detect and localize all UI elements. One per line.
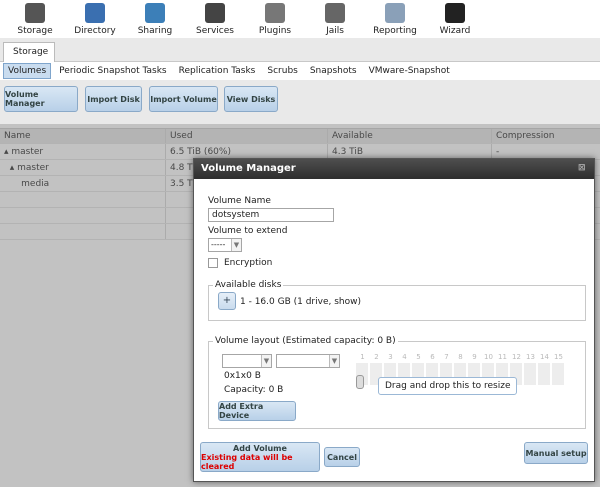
toolbar-item-wizard[interactable]: Wizard — [426, 0, 484, 38]
slot-number: 10 — [484, 353, 493, 361]
chevron-down-icon: ▼ — [261, 355, 271, 367]
add-volume-button[interactable]: Add Volume Existing data will be cleared — [200, 442, 320, 472]
slot-number: 5 — [416, 353, 421, 361]
wizard-icon — [445, 3, 465, 23]
slot-number: 13 — [526, 353, 535, 361]
storage-icon — [25, 3, 45, 23]
toolbar-item-label: Wizard — [439, 26, 471, 36]
cancel-button[interactable]: Cancel — [324, 447, 360, 467]
jails-icon — [325, 3, 345, 23]
subtab-replication-tasks[interactable]: Replication Tasks — [175, 64, 260, 78]
chevron-down-icon: ▼ — [329, 355, 339, 367]
volume-button-row: Volume Manager Import Disk Import Volume… — [0, 80, 600, 124]
slot-number: 2 — [374, 353, 379, 361]
slot-column — [538, 363, 551, 385]
dialog-title-bar: Volume Manager ⊠ — [194, 159, 594, 179]
available-disks-text[interactable]: 1 - 16.0 GB (1 drive, show) — [240, 297, 361, 307]
toolbar-item-label: Sharing — [137, 26, 173, 36]
slot-number: 11 — [498, 353, 507, 361]
import-volume-button[interactable]: Import Volume — [149, 86, 218, 112]
available-disks-legend: Available disks — [215, 280, 282, 290]
subtab-periodic-snapshot-tasks[interactable]: Periodic Snapshot Tasks — [55, 64, 170, 78]
subtab-vmware-snapshot[interactable]: VMware-Snapshot — [365, 64, 454, 78]
toolbar-item-storage[interactable]: Storage — [6, 0, 64, 38]
toolbar-item-directory[interactable]: Directory — [66, 0, 124, 38]
encryption-label: Encryption — [224, 258, 273, 268]
slot-column — [552, 363, 565, 385]
slot-number: 9 — [472, 353, 477, 361]
slot-number: 7 — [444, 353, 449, 361]
volume-manager-button[interactable]: Volume Manager — [4, 86, 78, 112]
toolbar-item-label: Storage — [17, 26, 53, 36]
slot-number: 6 — [430, 353, 435, 361]
resize-tooltip: Drag and drop this to resize — [378, 377, 518, 395]
directory-icon — [85, 3, 105, 23]
view-disks-button[interactable]: View Disks — [224, 86, 278, 112]
close-icon[interactable]: ⊠ — [578, 163, 588, 173]
volume-manager-dialog: Volume Manager ⊠ Volume Name dotsystem V… — [193, 158, 595, 482]
toolbar-item-jails[interactable]: Jails — [306, 0, 364, 38]
layout-type-select[interactable]: ▼ — [222, 354, 272, 368]
slot-number: 8 — [458, 353, 463, 361]
storage-subtabs: Volumes Periodic Snapshot Tasks Replicatio… — [0, 62, 600, 80]
toolbar-item-sharing[interactable]: Sharing — [126, 0, 184, 38]
resize-handle[interactable] — [356, 375, 364, 389]
toolbar-item-services[interactable]: Services — [186, 0, 244, 38]
toolbar-item-label: Services — [196, 26, 234, 36]
volume-name-input[interactable]: dotsystem — [208, 208, 334, 222]
chevron-down-icon: ▼ — [231, 239, 241, 251]
subtab-snapshots[interactable]: Snapshots — [306, 64, 361, 78]
tab-storage[interactable]: Storage — [3, 42, 55, 62]
dialog-title: Volume Manager — [201, 163, 296, 174]
slot-number: 15 — [554, 353, 563, 361]
slot-number: 4 — [402, 353, 407, 361]
volume-extend-label: Volume to extend — [208, 226, 288, 236]
plugins-icon — [265, 3, 285, 23]
subtab-volumes[interactable]: Volumes — [3, 63, 52, 79]
volume-extend-select[interactable]: ----- ▼ — [208, 238, 242, 252]
slot-number: 3 — [388, 353, 393, 361]
subtab-scrubs[interactable]: Scrubs — [263, 64, 301, 78]
add-volume-warning: Existing data will be cleared — [201, 452, 293, 471]
toolbar-item-label: Reporting — [373, 26, 417, 36]
import-disk-button[interactable]: Import Disk — [85, 86, 142, 112]
toolbar-item-label: Plugins — [258, 26, 292, 36]
slot-number: 12 — [512, 353, 521, 361]
capacity-text: Capacity: 0 B — [224, 385, 284, 395]
toolbar-item-reporting[interactable]: Reporting — [366, 0, 424, 38]
main-toolbar: Storage Directory Sharing Services Plugins Ja… — [0, 0, 600, 38]
add-extra-device-button[interactable]: Add Extra Device — [218, 401, 296, 421]
toolbar-item-label: Jails — [326, 26, 344, 36]
layout-size-select[interactable]: ▼ — [276, 354, 340, 368]
encryption-checkbox[interactable] — [208, 258, 218, 268]
add-volume-label: Add Volume — [233, 443, 287, 453]
services-icon — [205, 3, 225, 23]
volume-extend-value: ----- — [211, 240, 226, 249]
volume-name-label: Volume Name — [208, 196, 271, 206]
slot-column — [524, 363, 537, 385]
slot-number: 14 — [540, 353, 549, 361]
manual-setup-button[interactable]: Manual setup — [524, 442, 588, 464]
reporting-icon — [385, 3, 405, 23]
layout-size-text: 0x1x0 B — [224, 371, 261, 381]
sharing-icon — [145, 3, 165, 23]
volume-layout-legend: Volume layout (Estimated capacity: 0 B) — [215, 336, 396, 346]
toolbar-item-label: Directory — [74, 26, 116, 36]
storage-tab-row: Storage — [0, 38, 600, 62]
add-disk-button[interactable]: + — [218, 292, 236, 310]
slot-number: 1 — [360, 353, 365, 361]
toolbar-item-plugins[interactable]: Plugins — [246, 0, 304, 38]
